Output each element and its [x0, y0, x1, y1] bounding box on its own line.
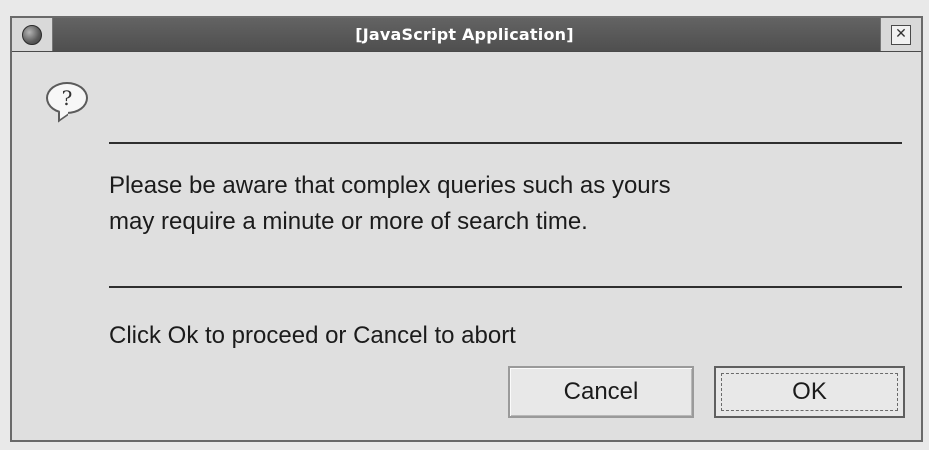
ok-button[interactable]: OK [714, 366, 905, 418]
window-title: [JavaScript Application] [355, 25, 574, 44]
cancel-button[interactable]: Cancel [508, 366, 694, 418]
prompt-text: Click Ok to proceed or Cancel to abort [109, 322, 516, 349]
title-bar[interactable]: [JavaScript Application] ✕ [12, 18, 921, 52]
javascript-confirm-dialog: [JavaScript Application] ✕ ? Please be a… [10, 16, 923, 442]
window-icon-cell [12, 18, 53, 51]
message-line-1: Please be aware that complex queries suc… [109, 172, 671, 199]
question-balloon-icon: ? [46, 82, 88, 114]
message-line-2: may require a minute or more of search t… [109, 208, 588, 235]
top-divider [109, 142, 902, 144]
application-icon[interactable] [22, 25, 42, 45]
message-text: Please be aware that complex queries suc… [109, 168, 899, 240]
bottom-divider [109, 286, 902, 288]
close-icon[interactable]: ✕ [891, 25, 911, 45]
close-cell: ✕ [880, 18, 921, 51]
